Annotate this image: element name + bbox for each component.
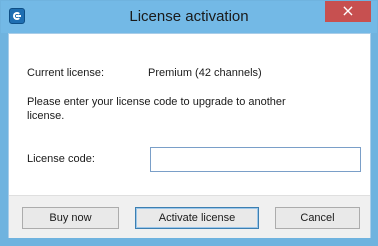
license-activation-window: License activation × Current license: Pr… [0, 0, 378, 246]
current-license-label: Current license: [27, 67, 105, 79]
license-code-input[interactable] [150, 147, 361, 172]
cancel-button[interactable]: Cancel [275, 207, 360, 229]
buy-now-button[interactable]: Buy now [22, 207, 119, 229]
button-bar: Buy now Activate license Cancel [9, 195, 370, 238]
dialog-body: Current license: Premium (42 channels) P… [8, 33, 371, 238]
license-code-label: License code: [27, 153, 95, 165]
instructions-text: Please enter your license code to upgrad… [27, 96, 286, 122]
title-bar[interactable]: License activation × [1, 1, 377, 33]
activate-license-button[interactable]: Activate license [135, 207, 259, 229]
current-license-value: Premium (42 channels) [148, 67, 262, 79]
close-button[interactable]: × [325, 1, 371, 22]
window-title: License activation [129, 8, 249, 25]
